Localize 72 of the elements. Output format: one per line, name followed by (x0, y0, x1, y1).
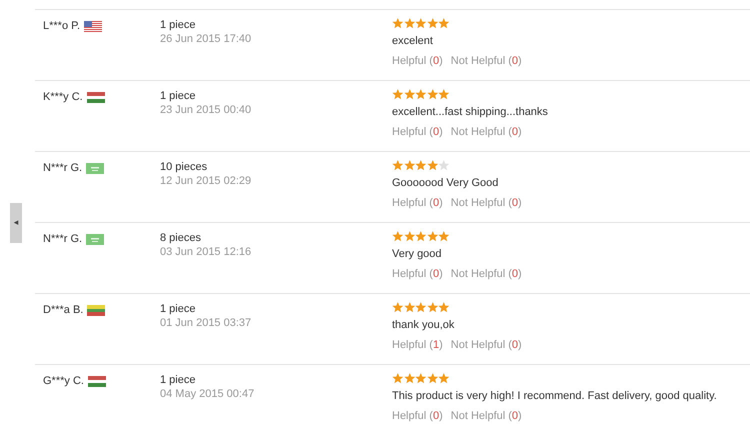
order-quantity: 1 piece (160, 19, 196, 31)
reviewer-name: N***r G. (43, 162, 82, 174)
review-date: 03 Jun 2015 12:16 (160, 246, 252, 258)
star-icon (426, 302, 438, 313)
helpful-link[interactable]: Helpful (0) (392, 55, 443, 67)
helpful-link[interactable]: Helpful (0) (392, 268, 443, 280)
review-date: 26 Jun 2015 17:40 (160, 33, 252, 45)
flag-icon (87, 304, 106, 316)
collapse-tab[interactable]: ◂ (10, 203, 22, 243)
review-date: 23 Jun 2015 00:40 (160, 104, 252, 116)
review-date: 12 Jun 2015 02:29 (160, 175, 252, 187)
not-helpful-link[interactable]: Not Helpful (0) (450, 339, 522, 351)
review-text: Gooooood Very Good (392, 177, 498, 189)
order-quantity: 1 piece (160, 374, 196, 386)
review-text: This product is very high! I recommend. Fast delivery, good quality. (392, 390, 717, 402)
star-icon (426, 160, 438, 171)
review-text: excellent...fast shipping...thanks (392, 106, 548, 118)
star-icon (392, 373, 404, 384)
star-icon (392, 160, 404, 171)
not-helpful-link[interactable]: Not Helpful (0) (450, 126, 522, 138)
order-quantity: 10 pieces (160, 161, 208, 173)
star-icon (404, 302, 415, 313)
star-icon (392, 18, 404, 29)
order-quantity: 1 piece (160, 90, 196, 102)
star-icon (438, 89, 450, 100)
star-icon (438, 18, 450, 29)
helpful-link[interactable]: Helpful (1) (392, 339, 443, 351)
flag-icon (86, 162, 104, 174)
star-icon (426, 231, 438, 242)
flag-icon (84, 20, 102, 32)
star-icon (415, 302, 426, 313)
reviewer-name: G***y C. (43, 375, 84, 387)
flag-icon (86, 92, 105, 102)
not-helpful-link[interactable]: Not Helpful (0) (450, 55, 522, 67)
star-icon (415, 373, 426, 384)
star-icon (392, 89, 404, 100)
flag-icon (86, 234, 104, 244)
review-text: excelent (392, 35, 433, 47)
star-icon (415, 160, 426, 171)
order-quantity: 1 piece (160, 303, 196, 315)
star-icon (404, 231, 415, 242)
not-helpful-link[interactable]: Not Helpful (0) (450, 268, 522, 280)
star-icon (404, 160, 415, 171)
order-quantity: 8 pieces (160, 232, 201, 244)
star-icon (415, 18, 426, 29)
helpful-link[interactable]: Helpful (0) (392, 126, 443, 138)
star-icon (392, 231, 404, 242)
reviewer-name: D***a B. (43, 304, 84, 316)
not-helpful-link[interactable]: Not Helpful (0) (450, 197, 522, 209)
star-icon (426, 89, 438, 100)
review-date: 01 Jun 2015 03:37 (160, 317, 252, 329)
review-text: Very good (392, 248, 442, 260)
reviewer-name: K***y C. (43, 91, 83, 103)
not-helpful-link[interactable]: Not Helpful (0) (450, 410, 522, 422)
star-icon (415, 89, 426, 100)
review-date: 04 May 2015 00:47 (160, 388, 254, 400)
review-text: thank you,ok (392, 319, 454, 331)
helpful-link[interactable]: Helpful (0) (392, 410, 443, 422)
star-icon (415, 231, 426, 242)
star-icon (438, 302, 450, 313)
star-icon (426, 373, 438, 384)
star-icon (426, 18, 438, 29)
star-icon (404, 18, 415, 29)
star-icon (392, 302, 404, 313)
star-icon (438, 231, 450, 242)
reviewer-name: L***o P. (43, 20, 80, 32)
star-icon (404, 89, 415, 100)
star-icon (438, 373, 450, 384)
helpful-link[interactable]: Helpful (0) (392, 197, 443, 209)
reviewer-name: N***r G. (43, 233, 82, 245)
star-icon (404, 373, 415, 384)
flag-icon (88, 376, 106, 386)
